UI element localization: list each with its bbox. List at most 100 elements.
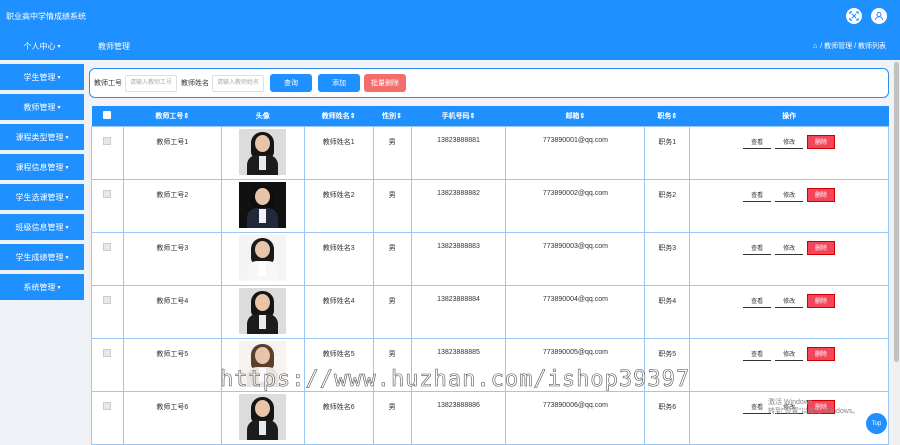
col-phone[interactable]: 手机号码⇕ [411,106,506,126]
teacher-id-cell: 教师工号3 [122,231,222,286]
chevron-down-icon: ▾ [65,254,69,261]
gender-cell: 男 [372,178,412,233]
actions-cell: 查看 修改 删除 [689,231,889,286]
email-cell: 773890005@qq.com [505,337,646,392]
title-cell: 职务2 [644,178,691,233]
breadcrumb: ⌂ / 教师管理 / 教师列表 [813,41,886,51]
avatar-cell [220,284,305,339]
chevron-down-icon: ▾ [65,224,69,231]
phone-cell: 13823888881 [410,125,507,180]
actions-cell: 查看 修改 删除 [689,284,889,339]
row-checkbox[interactable] [103,348,112,357]
view-button[interactable]: 查看 [743,241,772,255]
delete-button[interactable]: 删除 [807,293,836,308]
col-teacher-id[interactable]: 教师工号⇕ [123,106,222,126]
sidebar-item-classes[interactable]: 班级信息管理 ▾ [0,214,84,240]
row-checkbox-cell [91,125,124,180]
chevron-down-icon: ▾ [65,194,69,201]
title-cell: 职务4 [644,284,691,339]
phone-cell: 13823888883 [410,231,507,286]
chevron-down-icon: ▾ [65,134,69,141]
app-root: 职业高中学情成绩系统 个人中心 ▾ 学生管理 ▾ 教师管理 ▾ 课程类型管理 ▾ 课程信… [0,0,900,445]
teacher-id-input[interactable] [125,74,177,92]
email-cell: 773890006@qq.com [505,390,646,445]
sidebar-item-course-selection[interactable]: 学生选课管理 ▾ [0,184,84,210]
sidebar-item-profile[interactable]: 个人中心 ▾ [0,32,84,60]
delete-button[interactable]: 删除 [807,134,836,149]
row-checkbox[interactable] [103,295,112,304]
view-button[interactable]: 查看 [743,294,772,308]
chevron-down-icon: ▾ [57,43,61,50]
chevron-down-icon: ▾ [65,164,69,171]
sidebar-item-label: 班级信息管理 [15,222,64,232]
row-checkbox[interactable] [103,136,112,145]
email-cell: 773890004@qq.com [505,284,646,339]
avatar [239,128,287,175]
sidebar-item-teachers[interactable]: 教师管理 ▾ [0,94,84,120]
home-icon[interactable]: ⌂ [813,43,817,50]
title-cell: 职务3 [644,231,691,286]
avatar [239,234,287,281]
chevron-down-icon: ▾ [57,74,61,81]
scrollbar-thumb[interactable] [894,62,899,362]
col-email[interactable]: 邮箱⇕ [505,106,645,126]
teacher-name-cell: 教师姓名1 [303,125,374,180]
delete-button[interactable]: 删除 [807,240,836,255]
scrollbar[interactable] [893,60,900,445]
select-all-checkbox[interactable] [91,106,124,126]
view-button[interactable]: 查看 [743,347,772,361]
actions-cell: 查看 修改 删除 [689,337,889,392]
row-checkbox[interactable] [103,242,112,251]
chevron-down-icon: ▾ [57,284,61,291]
sidebar-item-system[interactable]: 系统管理 ▾ [0,274,84,300]
search-button[interactable]: 查询 [270,74,312,92]
view-button[interactable]: 查看 [743,135,772,149]
phone-cell: 13823888885 [410,337,507,392]
sidebar-item-course-info[interactable]: 课程信息管理 ▾ [0,154,84,180]
back-to-top-button[interactable]: Top [866,413,887,434]
edit-button[interactable]: 修改 [775,241,804,255]
activation-line-2: 转到"设置"以激活 Windows。 [768,408,860,415]
email-cell: 773890003@qq.com [505,231,646,286]
title-cell: 职务6 [644,390,691,445]
teacher-id-cell: 教师工号5 [122,337,222,392]
actions-cell: 查看 修改 删除 [689,125,889,180]
delete-button[interactable]: 删除 [807,346,836,361]
chevron-down-icon: ▾ [57,104,61,111]
col-title[interactable]: 职务⇕ [644,106,690,126]
windows-activation-notice: 激活 Windows 转到"设置"以激活 Windows。 [768,398,859,416]
edit-button[interactable]: 修改 [775,347,804,361]
sidebar-item-course-types[interactable]: 课程类型管理 ▾ [0,124,84,150]
teacher-name-cell: 教师姓名6 [303,390,374,445]
row-checkbox[interactable] [103,401,112,410]
row-checkbox-cell [91,178,124,233]
edit-button[interactable]: 修改 [775,294,804,308]
gender-cell: 男 [372,337,412,392]
batch-delete-button[interactable]: 批量删除 [364,74,406,92]
add-button[interactable]: 添加 [318,74,360,92]
col-gender[interactable]: 性别⇕ [373,106,412,126]
sidebar: 个人中心 ▾ 学生管理 ▾ 教师管理 ▾ 课程类型管理 ▾ 课程信息管理 ▾ 学生选课管理… [0,32,84,445]
col-avatar: 头像 [221,106,305,126]
view-button[interactable]: 查看 [743,188,772,202]
gender-cell: 男 [372,284,412,339]
avatar [239,181,287,228]
sidebar-item-grades[interactable]: 学生成绩管理 ▾ [0,244,84,270]
fullscreen-icon[interactable] [846,8,862,24]
teacher-name-cell: 教师姓名4 [303,284,374,339]
teacher-id-cell: 教师工号2 [122,178,222,233]
col-teacher-name[interactable]: 教师姓名⇕ [304,106,374,126]
teacher-name-cell: 教师姓名2 [303,178,374,233]
teacher-name-cell: 教师姓名5 [303,337,374,392]
view-button[interactable]: 查看 [743,400,772,414]
delete-button[interactable]: 删除 [807,187,836,202]
table-row: 教师工号2 教师姓名2 男 13823888882 773890002@qq.c… [91,178,889,233]
user-icon[interactable] [871,8,887,24]
row-checkbox[interactable] [103,189,112,198]
col-actions: 操作 [689,106,889,126]
teacher-table: 教师工号⇕ 头像 教师姓名⇕ 性别⇕ 手机号码⇕ 邮箱⇕ 职务⇕ 操作 教师工号… [91,106,889,445]
edit-button[interactable]: 修改 [775,188,804,202]
edit-button[interactable]: 修改 [775,135,804,149]
sidebar-item-students[interactable]: 学生管理 ▾ [0,64,84,90]
teacher-name-input[interactable] [212,74,264,92]
